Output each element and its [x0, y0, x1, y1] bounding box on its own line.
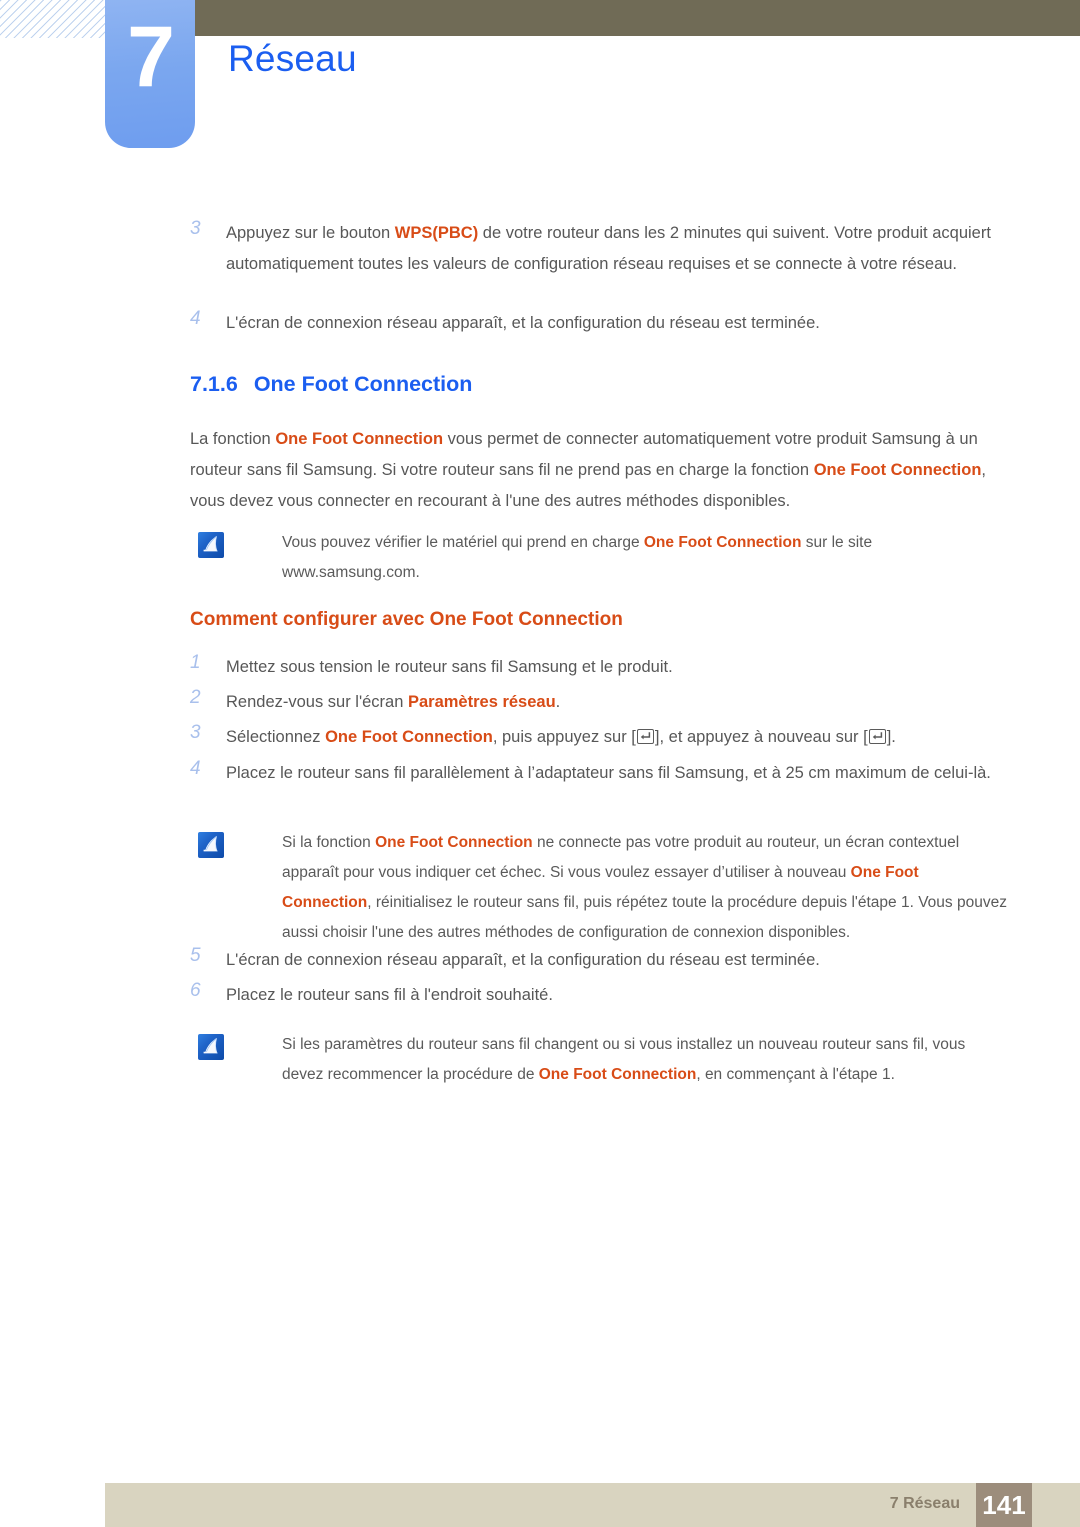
section-number: 7.1.6: [190, 372, 238, 396]
step-number: 1: [190, 652, 201, 673]
note-text: Vous pouvez vérifier le matériel qui pre…: [282, 528, 1010, 588]
emphasis-term: One Foot Connection: [325, 728, 493, 746]
page-footer: 7 Réseau 141: [105, 1483, 1080, 1527]
emphasis-term: Paramètres réseau: [407, 693, 556, 711]
text-run: .: [555, 693, 561, 711]
emphasis-term: One Foot Connection: [813, 461, 982, 479]
section-heading: 7.1.6 One Foot Connection: [190, 372, 472, 397]
emphasis-term: One Foot Connection: [538, 1066, 697, 1083]
step-number: 4: [190, 758, 201, 779]
emphasis-term: WPS(PBC): [394, 224, 479, 242]
text-run: Appuyez sur le bouton: [226, 224, 395, 242]
text-run: , réinitialisez le routeur sans fil, pui…: [282, 894, 1007, 941]
text-run: , en commençant à l'étape 1.: [696, 1066, 895, 1083]
text-run: Si la fonction: [282, 834, 376, 851]
note-text: Si les paramètres du routeur sans fil ch…: [282, 1030, 1010, 1090]
text-run: La fonction: [190, 430, 276, 448]
emphasis-term: One Foot Connection: [643, 534, 802, 551]
note-block: Vous pouvez vérifier le matériel qui pre…: [198, 528, 1010, 588]
step-number: 3: [190, 722, 201, 743]
note-icon: [198, 1034, 224, 1060]
chapter-number: 7: [127, 9, 175, 105]
step-number: 4: [190, 308, 201, 329]
step-text: Placez le routeur sans fil à l'endroit s…: [226, 980, 1011, 1011]
step-text: L'écran de connexion réseau apparaît, et…: [226, 308, 1011, 339]
text-run: L'écran de connexion réseau apparaît, et…: [226, 951, 820, 969]
header-top-bar: [195, 0, 1080, 36]
section-title: One Foot Connection: [253, 372, 473, 396]
text-run: Rendez-vous sur l'écran: [226, 693, 408, 711]
text-run: Mettez sous tension le routeur sans fil …: [226, 658, 673, 676]
intro-paragraph: La fonction One Foot Connection vous per…: [190, 424, 1010, 517]
chapter-tab: 7: [105, 0, 195, 148]
emphasis-term: One Foot Connection: [375, 834, 533, 851]
enter-key-icon: [636, 729, 654, 744]
text-run: Sélectionnez: [226, 728, 326, 746]
text-run: L'écran de connexion réseau apparaît, et…: [226, 314, 820, 332]
chapter-title: Réseau: [228, 38, 357, 79]
text-run: Vous pouvez vérifier le matériel qui pre…: [282, 534, 644, 551]
text-run: ], et appuyez à nouveau sur [: [654, 728, 868, 746]
step-text: Sélectionnez One Foot Connection, puis a…: [226, 722, 1011, 753]
text-run: Placez le routeur sans fil à l'endroit s…: [226, 986, 553, 1004]
text-run: ].: [886, 728, 896, 746]
step-text: Placez le routeur sans fil parallèlement…: [226, 758, 1011, 789]
page-header: 7 Réseau: [0, 0, 1080, 152]
step-number: 2: [190, 687, 201, 708]
note-icon: [198, 532, 224, 558]
text-run: , puis appuyez sur [: [492, 728, 636, 746]
text-run: Placez le routeur sans fil parallèlement…: [226, 764, 991, 782]
step-text: Appuyez sur le bouton WPS(PBC) de votre …: [226, 218, 1011, 280]
note-block: Si les paramètres du routeur sans fil ch…: [198, 1030, 1010, 1090]
footer-chapter-label: 7 Réseau: [889, 1495, 960, 1512]
step-number: 6: [190, 980, 201, 1001]
step-text: L'écran de connexion réseau apparaît, et…: [226, 945, 1011, 976]
step-text: Mettez sous tension le routeur sans fil …: [226, 652, 1011, 683]
page-number: 141: [976, 1483, 1032, 1527]
sub-heading: Comment configurer avec One Foot Connect…: [190, 609, 623, 630]
step-number: 5: [190, 945, 201, 966]
note-text: Si la fonction One Foot Connection ne co…: [282, 828, 1010, 948]
decorative-hatch-pattern: [0, 0, 108, 38]
note-icon: [198, 832, 224, 858]
enter-key-icon: [868, 729, 886, 744]
emphasis-term: One Foot Connection: [275, 430, 444, 448]
step-number: 3: [190, 218, 201, 239]
note-block: Si la fonction One Foot Connection ne co…: [198, 828, 1010, 948]
step-text: Rendez-vous sur l'écran Paramètres résea…: [226, 687, 1011, 718]
